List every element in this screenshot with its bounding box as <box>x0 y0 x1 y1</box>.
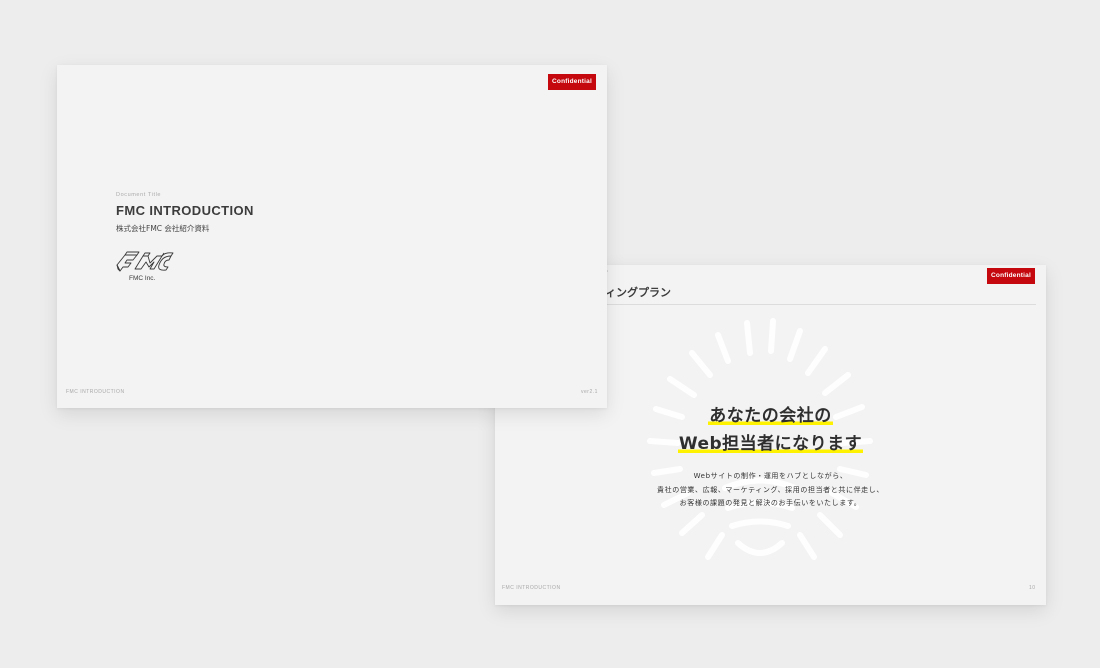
confidential-badge: Confidential <box>548 74 596 90</box>
footer-doc-name: FMC INTRODUCTION <box>502 585 561 591</box>
fmc-logo-icon: FMC Inc. <box>116 251 174 282</box>
headline-line-2: Web担当者になります <box>677 434 864 454</box>
body-text-line: Webサイトの制作・運用をハブとしながら、 <box>693 472 848 480</box>
document-title-label: Document Title <box>116 192 162 198</box>
document-subtitle: 株式会社FMC 会社紹介資料 <box>116 224 210 233</box>
body-text-line: 貴社の営業、広報、マーケティング、採用の担当者と共に伴走し、 <box>657 486 884 494</box>
slide-title: ィングプラン <box>605 286 671 299</box>
body-text-line: お客様の課題の発見と解決のお手伝いをいたします。 <box>679 499 862 507</box>
logo-caption: FMC Inc. <box>129 275 156 282</box>
document-title: FMC INTRODUCTION <box>116 203 254 218</box>
footer-doc-name: FMC INTRODUCTION <box>66 389 125 395</box>
slide-preview-cover[interactable]: Confidential Document Title FMC INTRODUC… <box>57 65 607 408</box>
version-label: ver2.1 <box>581 389 598 395</box>
confidential-badge: Confidential <box>987 268 1035 284</box>
page-number: 10 <box>1029 585 1036 591</box>
